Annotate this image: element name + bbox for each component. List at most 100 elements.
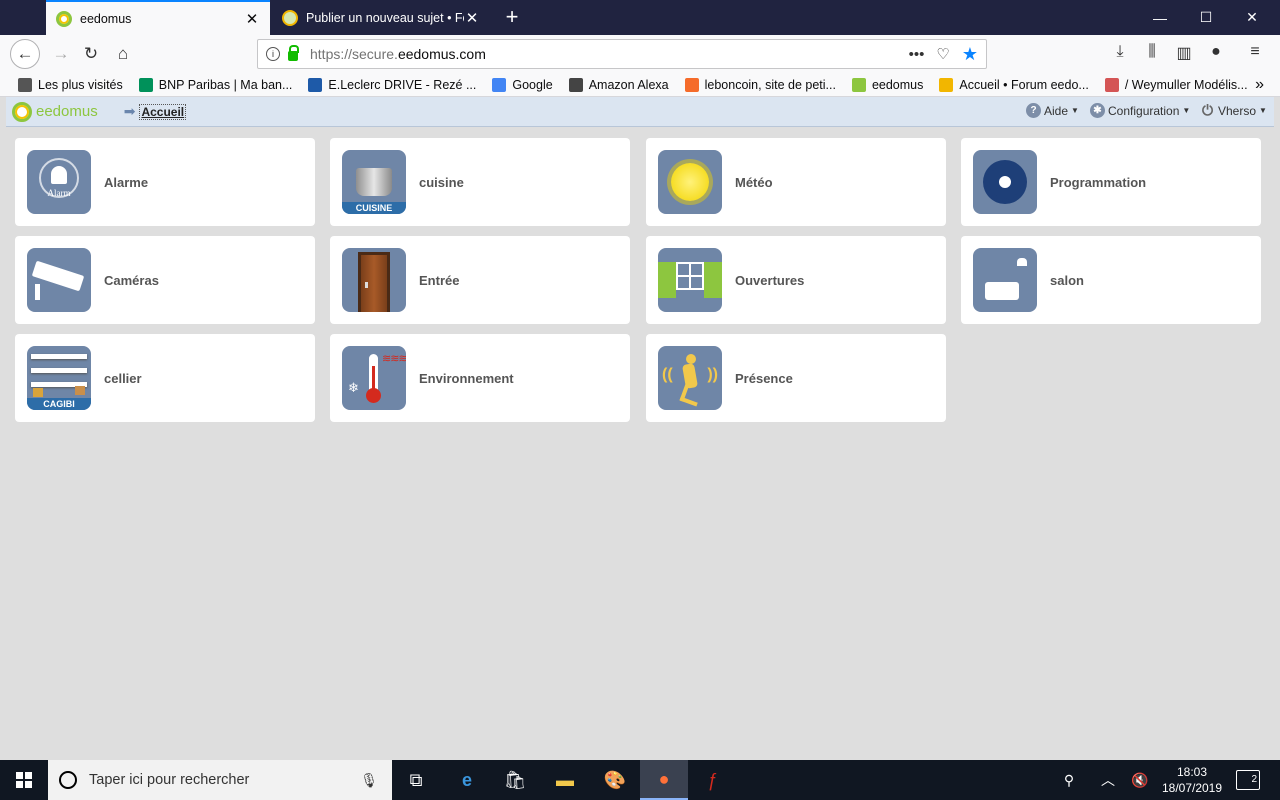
help-menu[interactable]: ? Aide ▼ bbox=[1026, 103, 1079, 118]
pocket-icon[interactable]: ♡ bbox=[936, 45, 949, 63]
tile-meteo[interactable]: Météo bbox=[646, 138, 946, 226]
google-icon bbox=[492, 77, 507, 92]
back-button[interactable]: ← bbox=[10, 39, 40, 69]
url-domain: eedomus.com bbox=[397, 46, 486, 62]
gear-icon bbox=[973, 150, 1037, 214]
bookmark-item[interactable]: leboncoin, site de peti... bbox=[684, 77, 836, 92]
download-icon[interactable]: ⤓ bbox=[1109, 43, 1131, 61]
tile-alarme[interactable]: Alarm Alarme bbox=[15, 138, 315, 226]
tile-label: Alarme bbox=[104, 174, 149, 190]
caret-down-icon: ▼ bbox=[1182, 106, 1191, 115]
search-placeholder: Taper ici pour rechercher bbox=[89, 772, 250, 788]
gear-icon: ✱ bbox=[1090, 103, 1105, 118]
bookmark-label: / Weymuller Modélis... bbox=[1124, 77, 1248, 92]
tile-ouvertures[interactable]: Ouvertures bbox=[646, 236, 946, 324]
alarm-icon: Alarm bbox=[27, 150, 91, 214]
browser-window: eedomus ✕ Publier un nouveau sujet • For… bbox=[0, 0, 1280, 760]
tab-forum[interactable]: Publier un nouveau sujet • Forum ✕ bbox=[272, 0, 490, 35]
tile-entree[interactable]: Entrée bbox=[330, 236, 630, 324]
bookmark-label: BNP Paribas | Ma ban... bbox=[158, 77, 293, 92]
bookmark-item[interactable]: Accueil • Forum eedo... bbox=[939, 77, 1089, 92]
menu-icon[interactable]: ≡ bbox=[1244, 43, 1266, 61]
notification-center-icon[interactable]: 2 bbox=[1236, 770, 1260, 790]
taskbar-search[interactable]: Taper ici pour rechercher 🎙 bbox=[48, 760, 392, 800]
tile-label: salon bbox=[1050, 272, 1084, 288]
cooking-pot-icon: CUISINE bbox=[342, 150, 406, 214]
tile-cuisine[interactable]: CUISINE cuisine bbox=[330, 138, 630, 226]
close-tab-icon[interactable]: ✕ bbox=[464, 9, 480, 27]
system-clock[interactable]: 18:03 18/07/2019 bbox=[1160, 764, 1224, 796]
lock-icon[interactable] bbox=[288, 45, 299, 61]
tab-eedomus[interactable]: eedomus ✕ bbox=[46, 0, 270, 35]
tile-environnement[interactable]: ≋≋≋ ❄ Environnement bbox=[330, 334, 630, 422]
info-icon[interactable]: i bbox=[266, 47, 280, 61]
close-window-button[interactable]: ✕ bbox=[1229, 0, 1275, 35]
tab-title: Publier un nouveau sujet • Forum bbox=[306, 10, 464, 25]
url-bar[interactable]: i https://secure. eedomus.com ••• ♡ ★ bbox=[257, 39, 987, 69]
bookmark-item[interactable]: BNP Paribas | Ma ban... bbox=[138, 77, 293, 92]
bookmark-item[interactable]: Google bbox=[492, 77, 553, 92]
home-button[interactable]: ⌂ bbox=[108, 39, 138, 69]
tile-presence[interactable]: (()) Présence bbox=[646, 334, 946, 422]
tile-label: Environnement bbox=[419, 370, 514, 386]
bookmark-item[interactable]: E.Leclerc DRIVE - Rezé ... bbox=[308, 77, 476, 92]
people-icon[interactable]: ⚲ bbox=[1057, 760, 1081, 800]
more-bookmarks-icon[interactable]: » bbox=[1255, 76, 1264, 94]
tile-label: Caméras bbox=[104, 272, 159, 288]
file-explorer-icon[interactable]: ▬ bbox=[541, 760, 589, 800]
breadcrumb-accueil-link[interactable]: Accueil bbox=[139, 103, 187, 120]
clock-date: 18/07/2019 bbox=[1161, 781, 1223, 795]
tile-programmation[interactable]: Programmation bbox=[961, 138, 1261, 226]
tile-salon[interactable]: salon bbox=[961, 236, 1261, 324]
tile-label: Présence bbox=[735, 370, 793, 386]
bookmark-item[interactable]: / Weymuller Modélis... bbox=[1104, 77, 1248, 92]
dashboard: Alarm Alarme CUISINE cuisine Météo Progr… bbox=[6, 128, 1274, 754]
new-tab-button[interactable]: + bbox=[500, 4, 524, 30]
living-room-icon bbox=[973, 248, 1037, 312]
configuration-menu[interactable]: ✱ Configuration ▼ bbox=[1090, 103, 1190, 118]
tile-cellier[interactable]: CAGIBI cellier bbox=[15, 334, 315, 422]
storage-shelves-icon: CAGIBI bbox=[27, 346, 91, 410]
bookmark-item[interactable]: Amazon Alexa bbox=[568, 77, 669, 92]
flash-icon[interactable]: ƒ bbox=[688, 760, 736, 800]
volume-muted-icon[interactable]: 🔇 bbox=[1129, 760, 1151, 800]
windows-logo-icon bbox=[16, 772, 32, 788]
chevron-up-icon[interactable]: ︿ bbox=[1097, 760, 1119, 800]
eedomus-icon bbox=[851, 77, 866, 92]
help-icon: ? bbox=[1026, 103, 1041, 118]
eedomus-logo[interactable]: eedomus bbox=[12, 101, 98, 122]
firefox-icon[interactable]: ● bbox=[640, 760, 688, 800]
bookmark-item[interactable]: eedomus bbox=[851, 77, 923, 92]
maximize-button[interactable]: ☐ bbox=[1183, 0, 1229, 35]
clock-time: 18:03 bbox=[1176, 765, 1208, 779]
paint-icon[interactable]: 🎨 bbox=[591, 760, 639, 800]
tile-cameras[interactable]: Caméras bbox=[15, 236, 315, 324]
leclerc-icon bbox=[308, 77, 323, 92]
eedomus-favicon-icon bbox=[56, 10, 72, 27]
bookmark-label: Accueil • Forum eedo... bbox=[959, 77, 1089, 92]
help-label: Aide bbox=[1044, 103, 1069, 118]
store-icon[interactable]: 🛍 bbox=[491, 760, 539, 800]
forward-button[interactable]: → bbox=[46, 39, 76, 69]
edge-icon[interactable]: e bbox=[443, 760, 491, 800]
account-icon[interactable]: ● bbox=[1205, 43, 1227, 61]
minimize-button[interactable]: — bbox=[1137, 0, 1183, 35]
bookmark-item[interactable]: Les plus visités bbox=[18, 77, 123, 92]
user-menu[interactable]: ⏻ Vherso ▼ bbox=[1200, 103, 1267, 118]
tab-title: eedomus bbox=[80, 11, 132, 26]
breadcrumb: ➡ Accueil bbox=[123, 103, 187, 120]
microphone-icon[interactable]: 🎙 bbox=[360, 772, 378, 789]
library-icon[interactable]: ⫼ bbox=[1141, 43, 1163, 61]
arrow-right-icon: ➡ bbox=[123, 103, 136, 119]
sidebar-icon[interactable]: ▥ bbox=[1173, 43, 1195, 63]
reload-button[interactable]: ↻ bbox=[76, 39, 106, 69]
close-tab-icon[interactable]: ✕ bbox=[244, 10, 260, 28]
tab-strip: eedomus ✕ Publier un nouveau sujet • For… bbox=[0, 0, 1280, 35]
bookmark-star-icon[interactable]: ★ bbox=[962, 44, 978, 65]
nav-bar: ← → ↻ ⌂ i https://secure. eedomus.com •••… bbox=[0, 35, 1280, 73]
tile-label: Météo bbox=[735, 174, 773, 190]
page-actions-icon[interactable]: ••• bbox=[909, 46, 925, 63]
task-view-icon[interactable]: ⧉ bbox=[392, 760, 440, 800]
start-button[interactable] bbox=[0, 760, 48, 800]
cellier-icon-text: CAGIBI bbox=[27, 398, 91, 410]
